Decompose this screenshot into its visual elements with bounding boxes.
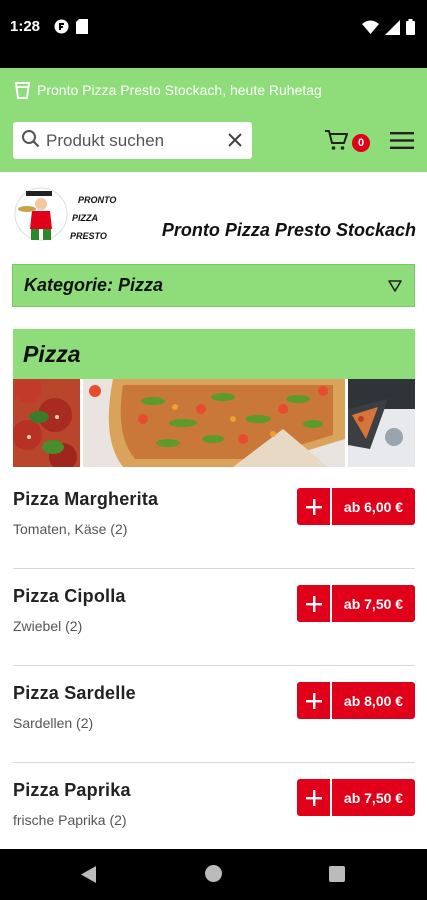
price-button[interactable]: ab 6,00 € (330, 488, 415, 525)
system-nav-bar (0, 849, 427, 900)
notice-text: Pronto Pizza Presto Stockach, heute Ruhe… (37, 82, 322, 98)
cart-count-badge: 0 (352, 133, 370, 152)
recents-icon[interactable] (329, 866, 345, 882)
plus-icon[interactable] (297, 585, 330, 622)
status-icons-left (54, 19, 88, 39)
section-header-pizza: Pizza (13, 329, 415, 379)
price-button[interactable]: ab 7,50 € (330, 779, 415, 816)
product-name: Pizza Paprika (13, 780, 131, 800)
banner-image-salami (13, 379, 80, 467)
wifi-icon (362, 20, 379, 39)
add-to-cart-button[interactable]: ab 7,50 € (297, 585, 415, 622)
logo-text-1: PRONTO (78, 195, 116, 205)
close-icon[interactable] (226, 131, 244, 154)
shop-logo: PRONTO PIZZA PRESTO (14, 187, 119, 245)
category-dropdown[interactable]: Kategorie: Pizza (12, 264, 415, 307)
triangle-down-icon (388, 279, 402, 297)
sd-card-icon (76, 19, 88, 39)
price-button[interactable]: ab 8,00 € (330, 682, 415, 719)
product-description: Tomaten, Käse (2) (13, 521, 128, 537)
product-description: Zwiebel (2) (13, 618, 83, 634)
banner-image-rucola-pizza (83, 379, 345, 467)
search-box[interactable] (13, 122, 252, 159)
logo-text-2: PIZZA (72, 213, 98, 223)
add-to-cart-button[interactable]: ab 8,00 € (297, 682, 415, 719)
product-row[interactable]: Pizza Sardelle Sardellen (2) ab 8,00 € (13, 666, 415, 763)
status-icons-right (362, 19, 415, 40)
add-to-cart-button[interactable]: ab 6,00 € (297, 488, 415, 525)
home-icon[interactable] (205, 865, 222, 882)
price-button[interactable]: ab 7,50 € (330, 585, 415, 622)
fdroid-icon (54, 19, 69, 39)
cart-icon (324, 129, 348, 156)
status-bar: 1:28 (0, 0, 427, 68)
add-to-cart-button[interactable]: ab 7,50 € (297, 779, 415, 816)
section-title: Pizza (23, 340, 81, 367)
product-name: Pizza Cipolla (13, 586, 126, 606)
logo-text-3: PRESTO (70, 231, 107, 241)
banner-image-pizza-slice (348, 379, 415, 467)
product-list: Pizza Margherita Tomaten, Käse (2) ab 6,… (13, 472, 415, 860)
product-name: Pizza Margherita (13, 489, 159, 509)
search-icon (21, 129, 40, 153)
product-row[interactable]: Pizza Cipolla Zwiebel (2) ab 7,50 € (13, 569, 415, 666)
cart-button[interactable]: 0 (324, 129, 370, 156)
product-row[interactable]: Pizza Paprika frische Paprika (2) ab 7,5… (13, 763, 415, 860)
closed-today-notice: Pronto Pizza Presto Stockach, heute Ruhe… (0, 68, 427, 112)
battery-icon (406, 19, 415, 40)
hamburger-icon[interactable] (390, 131, 414, 155)
status-time: 1:28 (10, 18, 41, 35)
search-input[interactable] (46, 130, 221, 151)
back-icon[interactable] (81, 866, 97, 888)
product-row[interactable]: Pizza Margherita Tomaten, Käse (2) ab 6,… (13, 472, 415, 569)
shop-name: Pronto Pizza Presto Stockach (161, 220, 416, 240)
brand-header: PRONTO PIZZA PRESTO Pronto Pizza Presto … (0, 172, 427, 252)
plus-icon[interactable] (297, 488, 330, 525)
search-toolbar: 0 (0, 112, 427, 172)
product-description: Sardellen (2) (13, 715, 94, 731)
plus-icon[interactable] (297, 779, 330, 816)
signal-icon (385, 19, 400, 40)
category-banner (13, 379, 415, 467)
product-name: Pizza Sardelle (13, 683, 136, 703)
category-label: Kategorie: Pizza (24, 275, 164, 295)
product-description: frische Paprika (2) (13, 812, 127, 828)
plus-icon[interactable] (297, 682, 330, 719)
cup-icon (14, 81, 31, 100)
